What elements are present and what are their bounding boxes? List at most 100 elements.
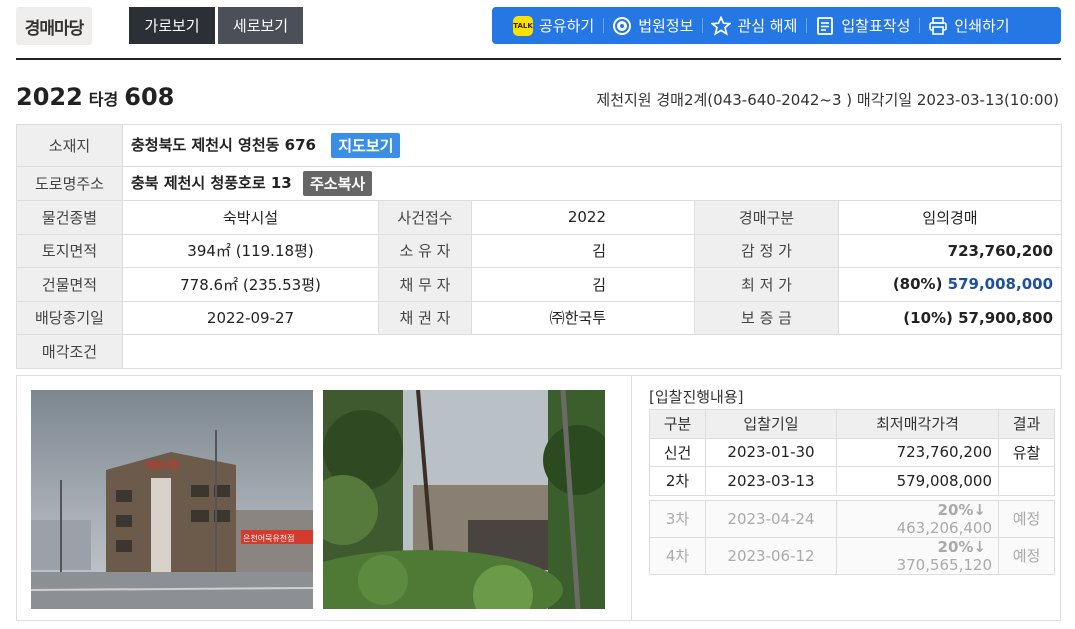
property-photo-side[interactable] — [323, 390, 605, 609]
bid-date: 2023-03-13 — [705, 466, 837, 496]
bid-price-cell: 20%↓ 370,565,120 — [836, 536, 999, 575]
info-label: 건물면적 — [16, 267, 123, 302]
info-label: 경매구분 — [694, 200, 839, 235]
info-row: 토지면적 394㎡ (119.18평) 소 유 자 김 감 정 가 723,76… — [16, 233, 1063, 268]
bid-price: 370,565,120 — [896, 555, 992, 574]
unfavorite-button[interactable]: 관심 해제 — [702, 7, 806, 44]
bid-history-title: [입찰진행내용] — [649, 388, 744, 406]
bid-price: 723,760,200 — [836, 437, 999, 467]
bid-result: 예정 — [998, 499, 1055, 538]
info-row: 건물면적 778.6㎡ (235.53평) 채 무 자 김 최 저 가 (80%… — [16, 267, 1063, 302]
road-address-label: 도로명주소 — [16, 166, 123, 201]
map-view-button[interactable]: 지도보기 — [331, 133, 401, 158]
bid-round: 4차 — [649, 536, 706, 575]
vertical-view-button[interactable]: 세로보기 — [218, 7, 303, 44]
bid-date: 2023-01-30 — [705, 437, 837, 467]
road-address-cell: 충북 제천시 청풍호로 13 주소복사 — [121, 166, 1063, 201]
print-button[interactable]: 인쇄하기 — [919, 7, 1018, 44]
info-label: 토지면적 — [16, 233, 123, 268]
site-logo[interactable]: 경매마당 — [16, 7, 92, 45]
bid-price-cell: 20%↓ 463,206,400 — [836, 499, 999, 538]
min-price-pct: (80%) — [892, 275, 943, 294]
info-label: 물건종별 — [16, 200, 123, 235]
case-number-title: 2022 타경 608 — [16, 83, 174, 111]
kakao-icon: TALK — [513, 15, 533, 36]
condition-label: 매각조건 — [16, 334, 123, 369]
bid-round: 신건 — [649, 437, 706, 467]
info-value: 숙박시설 — [122, 200, 379, 235]
bid-history-table: 구분 입찰기일 최저매각가격 결과 신건 2023-01-30 723,760,… — [649, 409, 1055, 575]
bid-round: 3차 — [649, 499, 706, 538]
top-header: 경매마당 가로보기 세로보기 TALK 공유하기 법원정보 관심 해제 입찰표작… — [16, 6, 1061, 46]
court-info-label: 법원정보 — [638, 17, 694, 35]
bid-row: 2차 2023-03-13 579,008,000 — [649, 466, 1055, 496]
info-label: 감 정 가 — [694, 233, 839, 268]
info-row: 배당종기일 2022-09-27 채 권 자 ㈜한국투 보 증 금 (10%) … — [16, 300, 1063, 335]
share-button[interactable]: TALK 공유하기 — [504, 7, 603, 44]
info-label: 최 저 가 — [694, 267, 839, 302]
star-icon — [711, 15, 732, 36]
shop-banner-text: 은천어묵유천점 — [243, 533, 295, 543]
bid-header: 구분 — [649, 409, 706, 439]
info-value: 394㎡ (119.18평) — [122, 233, 379, 268]
info-label: 채 권 자 — [378, 300, 472, 335]
bid-form-button[interactable]: 입찰표작성 — [806, 7, 919, 44]
bid-round: 2차 — [649, 466, 706, 496]
copy-address-button[interactable]: 주소복사 — [302, 171, 373, 196]
property-photo-exterior[interactable]: 제일모텔 은천어묵유천점 — [31, 390, 313, 609]
bid-row: 신건 2023-01-30 723,760,200 유찰 — [649, 437, 1055, 467]
info-value: 임의경매 — [837, 200, 1063, 235]
court-auction-info: 제천지원 경매2계(043-640-2042~3 ) 매각기일 2023-03-… — [596, 91, 1059, 109]
info-value: 2022 — [471, 200, 695, 235]
info-value: ㈜한국투 — [471, 300, 695, 335]
info-value: 김 — [471, 267, 695, 302]
print-label: 인쇄하기 — [954, 17, 1010, 35]
form-icon — [815, 16, 835, 36]
info-row: 물건종별 숙박시설 사건접수 2022 경매구분 임의경매 — [16, 200, 1063, 235]
property-info-table: 소재지 충청북도 제천시 영천동 676 지도보기 도로명주소 충북 제천시 청… — [16, 124, 1063, 369]
bid-form-label: 입찰표작성 — [841, 17, 911, 35]
court-icon — [612, 16, 632, 36]
info-label: 채 무 자 — [378, 267, 472, 302]
info-label: 소 유 자 — [378, 233, 472, 268]
address-label: 소재지 — [16, 124, 123, 167]
bid-header-row: 구분 입찰기일 최저매각가격 결과 — [649, 409, 1055, 439]
action-toolbar: TALK 공유하기 법원정보 관심 해제 입찰표작성 인쇄하기 — [492, 7, 1061, 44]
bid-date: 2023-06-12 — [705, 536, 837, 575]
bid-result: 예정 — [998, 536, 1055, 575]
address-value: 충청북도 제천시 영천동 676 — [131, 136, 316, 154]
case-number: 608 — [124, 83, 175, 111]
photo-and-bid-panel: 제일모텔 은천어묵유천점 [입찰진행내용] 구분 입찰기일 최저매각가격 결과 … — [16, 375, 1061, 621]
bid-header: 최저매각가격 — [836, 409, 999, 439]
panel-divider — [631, 376, 632, 620]
min-price: 579,008,000 — [947, 275, 1054, 294]
address-cell: 충청북도 제천시 영천동 676 지도보기 — [121, 124, 1063, 167]
motel-sign-text: 제일모텔 — [145, 459, 178, 471]
bid-header: 입찰기일 — [705, 409, 837, 439]
info-value: 723,760,200 — [837, 233, 1063, 268]
header-divider — [16, 58, 1061, 60]
condition-value — [121, 334, 1063, 369]
bid-result: 유찰 — [998, 437, 1055, 467]
info-value: (80%) 579,008,000 — [837, 267, 1063, 302]
case-type: 타경 — [88, 90, 119, 109]
court-info-button[interactable]: 법원정보 — [603, 7, 702, 44]
info-value: 778.6㎡ (235.53평) — [122, 267, 379, 302]
info-label: 사건접수 — [378, 200, 472, 235]
unfavorite-label: 관심 해제 — [737, 17, 798, 35]
info-value: 김 — [471, 233, 695, 268]
condition-row: 매각조건 — [16, 334, 1063, 369]
bid-price: 463,206,400 — [896, 518, 992, 537]
bid-result — [998, 466, 1055, 496]
printer-icon — [928, 16, 948, 36]
case-year: 2022 — [16, 83, 83, 111]
bid-date: 2023-04-24 — [705, 499, 837, 538]
road-address-value: 충북 제천시 청풍호로 13 — [131, 174, 292, 192]
horizontal-view-button[interactable]: 가로보기 — [129, 7, 215, 44]
address-row: 소재지 충청북도 제천시 영천동 676 지도보기 — [16, 124, 1063, 167]
bid-price: 579,008,000 — [836, 466, 999, 496]
share-label: 공유하기 — [539, 17, 595, 35]
info-value: (10%) 57,900,800 — [837, 300, 1063, 335]
bid-future-row: 4차 2023-06-12 20%↓ 370,565,120 예정 — [649, 536, 1055, 575]
bid-header: 결과 — [998, 409, 1055, 439]
